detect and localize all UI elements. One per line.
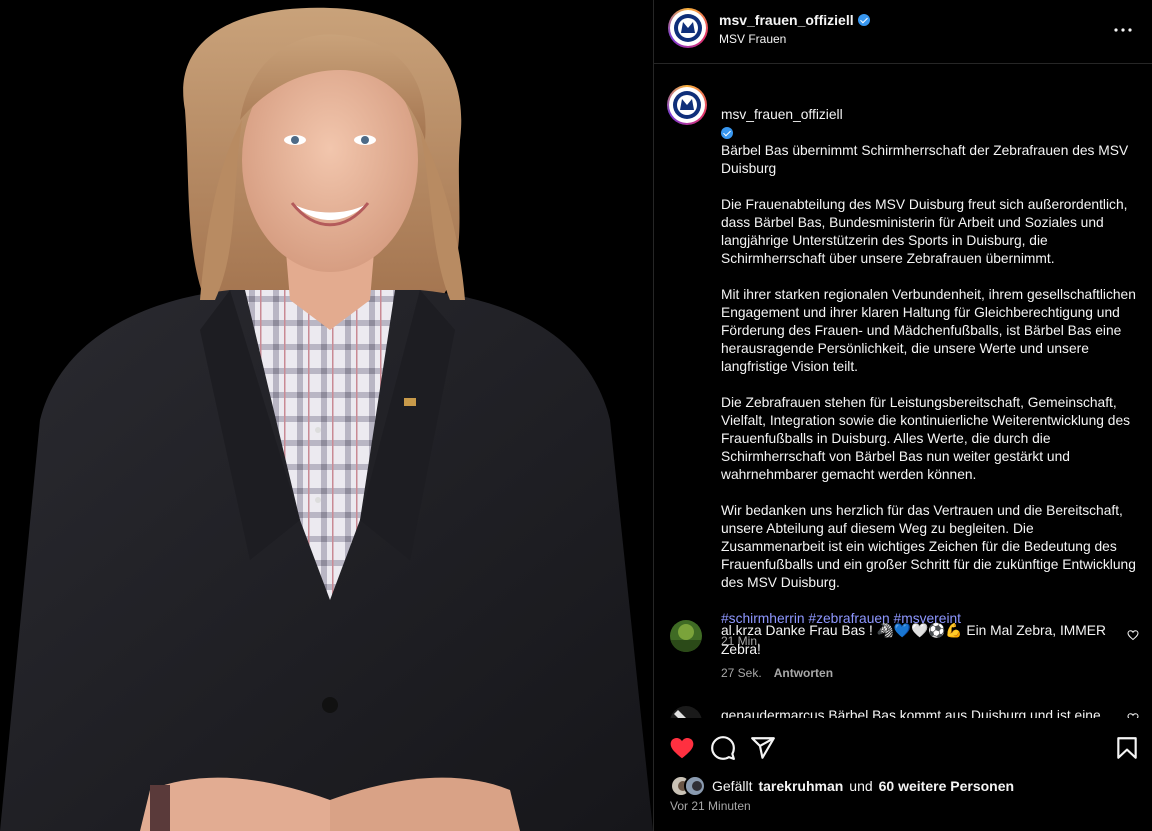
more-options-icon[interactable] xyxy=(1111,18,1135,42)
caption-paragraph: Wir bedanken uns herzlich für das Vertra… xyxy=(721,503,1136,590)
post-side-panel: msv_frauen_offiziell MSV Frauen msv_frau… xyxy=(653,0,1152,831)
likes-prefix: Gefällt xyxy=(712,778,753,794)
bookmark-icon[interactable] xyxy=(1114,735,1140,761)
account-avatar[interactable] xyxy=(668,8,708,48)
commenter-avatar[interactable] xyxy=(670,706,702,718)
club-logo-icon xyxy=(674,14,702,42)
reply-button[interactable]: Antworten xyxy=(774,666,833,680)
commenter-username[interactable]: al.krza xyxy=(721,623,762,638)
commenter-username[interactable]: genaudermarcus xyxy=(721,708,825,718)
comments-scroll-area[interactable]: msv_frauen_offiziell Bärbel Bas übernimm… xyxy=(654,65,1152,718)
comment-text: genaudermarcus Bärbel Bas kommt aus Duis… xyxy=(721,706,1121,718)
post-caption: msv_frauen_offiziell Bärbel Bas übernimm… xyxy=(721,88,1141,650)
comment-meta: 27 Sek. Antworten xyxy=(721,666,833,680)
liker-avatar[interactable] xyxy=(684,775,706,797)
commenter-avatar[interactable] xyxy=(670,620,702,652)
account-username[interactable]: msv_frauen_offiziell xyxy=(719,12,870,28)
post-header: msv_frauen_offiziell MSV Frauen xyxy=(654,0,1152,64)
caption-title: Bärbel Bas übernimmt Schirmherrschaft de… xyxy=(721,143,1129,176)
liker-avatars xyxy=(670,775,706,797)
club-logo-icon xyxy=(673,91,701,119)
post-actions: Gefällt tarekruhman und 60 weitere Perso… xyxy=(654,718,1152,831)
verified-badge-icon xyxy=(721,127,733,140)
likes-and: und xyxy=(849,778,873,794)
caption-username[interactable]: msv_frauen_offiziell xyxy=(721,107,843,122)
post-image[interactable] xyxy=(0,0,653,831)
likes-summary: Gefällt tarekruhman und 60 weitere Perso… xyxy=(670,775,1014,797)
likes-others[interactable]: 60 weitere Personen xyxy=(879,778,1014,794)
comment-text: al.krza Danke Frau Bas ! 🦓💙🤍⚽💪 Ein Mal Z… xyxy=(721,621,1121,659)
comment-icon[interactable] xyxy=(710,735,736,761)
caption-avatar[interactable] xyxy=(667,85,707,125)
comment-body: Danke Frau Bas ! 🦓💙🤍⚽💪 Ein Mal Zebra, IM… xyxy=(721,623,1106,657)
post-timestamp: Vor 21 Minuten xyxy=(670,799,751,813)
comment-time: 27 Sek. xyxy=(721,666,762,680)
portrait-illustration xyxy=(0,0,653,831)
caption-paragraph: Die Zebrafrauen stehen für Leistungsbere… xyxy=(721,395,1131,482)
verified-badge-icon xyxy=(857,14,870,26)
caption-paragraph: Die Frauenabteilung des MSV Duisburg fre… xyxy=(721,197,1128,266)
comment-like-icon[interactable] xyxy=(1127,629,1139,641)
liker-username[interactable]: tarekruhman xyxy=(758,778,843,794)
heart-icon[interactable] xyxy=(669,735,695,761)
comment-body: Bärbel Bas kommt aus Duisburg und ist ei… xyxy=(828,708,1101,718)
share-icon[interactable] xyxy=(750,735,776,761)
account-subtitle[interactable]: MSV Frauen xyxy=(719,32,786,46)
caption-paragraph: Mit ihrer starken regionalen Verbundenhe… xyxy=(721,287,1136,374)
